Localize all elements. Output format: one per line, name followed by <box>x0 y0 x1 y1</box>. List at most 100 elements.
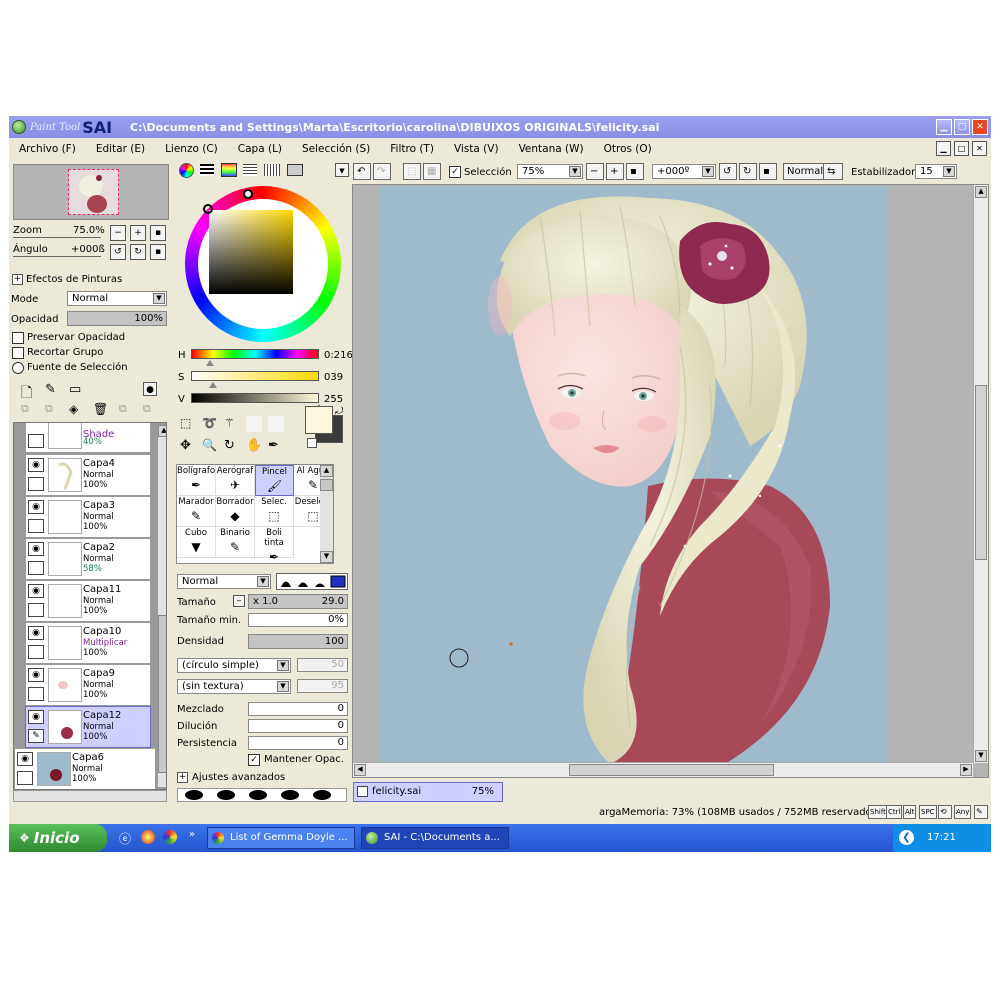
layer-item[interactable]: ◉ Capa9 Normal 100% <box>25 664 151 706</box>
menu-filtro[interactable]: Filtro (T) <box>390 143 434 155</box>
lock-icon[interactable] <box>17 771 33 785</box>
sv-marker[interactable] <box>203 204 213 214</box>
copy-layer-icon[interactable]: ⧉ <box>21 402 29 416</box>
menu-ventana[interactable]: Ventana (W) <box>519 143 584 155</box>
swatches-tab-icon[interactable] <box>243 164 257 176</box>
flatten-icon[interactable]: ⧉ <box>143 402 151 416</box>
brush-shape-select[interactable]: (círculo simple) ▼ <box>177 658 291 673</box>
layer-list-scrollbar[interactable]: ▲ <box>158 425 166 787</box>
menu-editar[interactable]: Editar (E) <box>96 143 145 155</box>
scroll-thumb[interactable] <box>158 615 166 773</box>
layer-item-selected[interactable]: ◉ ✎ Capa12 Normal 100% <box>25 706 151 748</box>
eye-icon[interactable]: ◉ <box>28 458 44 472</box>
flip-horizontal-icon[interactable]: ⇆ <box>823 163 843 180</box>
layer-mask-icon[interactable]: ● <box>143 382 157 396</box>
minimize-button[interactable]: ▁ <box>936 119 952 135</box>
eye-icon[interactable]: ◉ <box>17 752 33 766</box>
lock-icon[interactable] <box>28 561 44 575</box>
menu-capa[interactable]: Capa (L) <box>238 143 282 155</box>
scroll-up-icon[interactable]: ▲ <box>320 465 333 477</box>
panel-menu-icon[interactable]: ▼ <box>335 163 349 177</box>
rotate-reset-button[interactable]: ▪ <box>150 244 166 260</box>
new-folder-icon[interactable]: ▭ <box>69 382 81 397</box>
hue-slider[interactable] <box>191 349 319 359</box>
rotate-right-icon[interactable]: ↻ <box>739 163 757 180</box>
color-history-tab-icon[interactable] <box>287 164 303 176</box>
scroll-left-icon[interactable]: ◀ <box>354 764 366 776</box>
size-minus-button[interactable]: − <box>233 595 245 607</box>
canvas-hscrollbar[interactable]: ◀ ▶ <box>353 762 973 777</box>
layer-opacity-slider[interactable]: 100% <box>67 311 167 326</box>
expand-icon[interactable]: + <box>177 772 188 783</box>
scroll-thumb[interactable] <box>975 385 987 560</box>
zoom-in-button[interactable]: + <box>130 225 146 241</box>
brush-bucket[interactable]: Cubo ▼ <box>177 527 216 558</box>
magic-wand-icon[interactable]: ⚚ <box>224 416 240 432</box>
brush-airbrush[interactable]: Aerógraf ✈ <box>216 465 255 496</box>
brush-shape-selector[interactable] <box>276 573 348 590</box>
min-size-slider[interactable]: 0% <box>248 613 348 627</box>
brush-preset-strip[interactable] <box>177 788 347 802</box>
eye-icon[interactable]: ◉ <box>28 584 44 598</box>
dilution-slider[interactable]: 0 <box>248 719 348 733</box>
brush-binary[interactable]: Binario ✎ <box>216 527 255 558</box>
lock-icon[interactable] <box>28 687 44 701</box>
eyedropper-icon[interactable]: ✒ <box>268 438 284 454</box>
angle-select[interactable]: +000º ▼ <box>652 164 716 179</box>
menu-lienzo[interactable]: Lienzo (C) <box>165 143 218 155</box>
zoom-in-icon[interactable]: + <box>606 163 624 180</box>
brush-marker[interactable]: Marador ✎ <box>177 496 216 527</box>
rotate-left-icon[interactable]: ↺ <box>719 163 737 180</box>
eye-icon[interactable]: ◉ <box>28 710 44 724</box>
doc-maximize-button[interactable]: □ <box>954 141 969 156</box>
delete-layer-icon[interactable]: 🗑 <box>93 402 108 416</box>
close-button[interactable]: ✕ <box>972 119 988 135</box>
scroll-up-icon[interactable]: ▲ <box>158 425 166 437</box>
primary-color-swatch[interactable] <box>305 406 333 434</box>
brush-ink-pen[interactable]: Boli tinta ✒ <box>255 527 294 564</box>
clear-layer-icon[interactable]: ◈ <box>69 402 78 416</box>
rgb-slider-tab-icon[interactable] <box>200 164 214 176</box>
document-tab[interactable]: felicity.sai 75% <box>353 782 503 802</box>
layer-item[interactable]: ◉ Capa11 Normal 100% <box>25 580 151 622</box>
brush-blend-mode-select[interactable]: Normal ▼ <box>177 574 271 589</box>
brush-pincel[interactable]: Pincel 🖌 <box>255 465 294 496</box>
redo-icon[interactable]: ↷ <box>373 163 391 180</box>
tray-expand-icon[interactable]: ❮ <box>899 830 914 845</box>
undo-icon[interactable]: ↶ <box>353 163 371 180</box>
chrome-icon[interactable] <box>163 830 177 844</box>
title-bar[interactable]: Paint Tool SAI C:\Documents and Settings… <box>9 116 991 138</box>
layer-item[interactable]: ◉ Capa4 Normal 100% <box>25 454 151 496</box>
texture-select[interactable]: (sin textura) ▼ <box>177 679 291 694</box>
new-vector-layer-icon[interactable]: ✎ <box>45 382 56 397</box>
default-colors-icon[interactable] <box>307 438 317 448</box>
scroll-up-icon[interactable]: ▲ <box>975 186 987 198</box>
invert-selection-icon[interactable]: ▦ <box>423 163 441 180</box>
rotate-reset-icon[interactable]: ▪ <box>759 163 777 180</box>
merge-layers-icon[interactable]: ⧉ <box>119 402 127 416</box>
texture-strength-field[interactable]: 95 <box>297 679 348 693</box>
scroll-down-icon[interactable]: ▼ <box>320 551 333 563</box>
rect-select-icon[interactable]: ⬚ <box>180 416 196 432</box>
doc-close-button[interactable]: ✕ <box>972 141 987 156</box>
scratchpad-tab-icon[interactable] <box>264 164 280 176</box>
preserve-opacity-checkbox[interactable] <box>12 332 24 344</box>
brush-eraser[interactable]: Borrador ◆ <box>216 496 255 527</box>
saturation-slider-handle[interactable] <box>209 382 217 388</box>
zoom-reset-icon[interactable]: ▪ <box>626 163 644 180</box>
menu-otros[interactable]: Otros (O) <box>604 143 652 155</box>
brush-ballpen[interactable]: Bolígrafo ✒ <box>177 465 216 496</box>
brush-size-slider[interactable]: x 1.0 29.0 <box>248 594 348 609</box>
zoom-reset-button[interactable]: ▪ <box>150 225 166 241</box>
menu-vista[interactable]: Vista (V) <box>454 143 499 155</box>
blending-slider[interactable]: 0 <box>248 702 348 716</box>
hand-icon[interactable]: ✋ <box>246 438 262 454</box>
zoom-select[interactable]: 75% ▼ <box>517 164 583 179</box>
navigator-thumbnail[interactable] <box>68 169 119 215</box>
lock-icon[interactable] <box>28 477 44 491</box>
color-palette-tab-icon[interactable] <box>221 163 237 177</box>
lock-icon[interactable] <box>28 434 44 448</box>
selection-source-radio[interactable] <box>12 362 24 374</box>
shape-strength-field[interactable]: 50 <box>297 658 348 672</box>
layer-item[interactable]: ◉ Capa6 Normal 100% <box>14 748 156 789</box>
